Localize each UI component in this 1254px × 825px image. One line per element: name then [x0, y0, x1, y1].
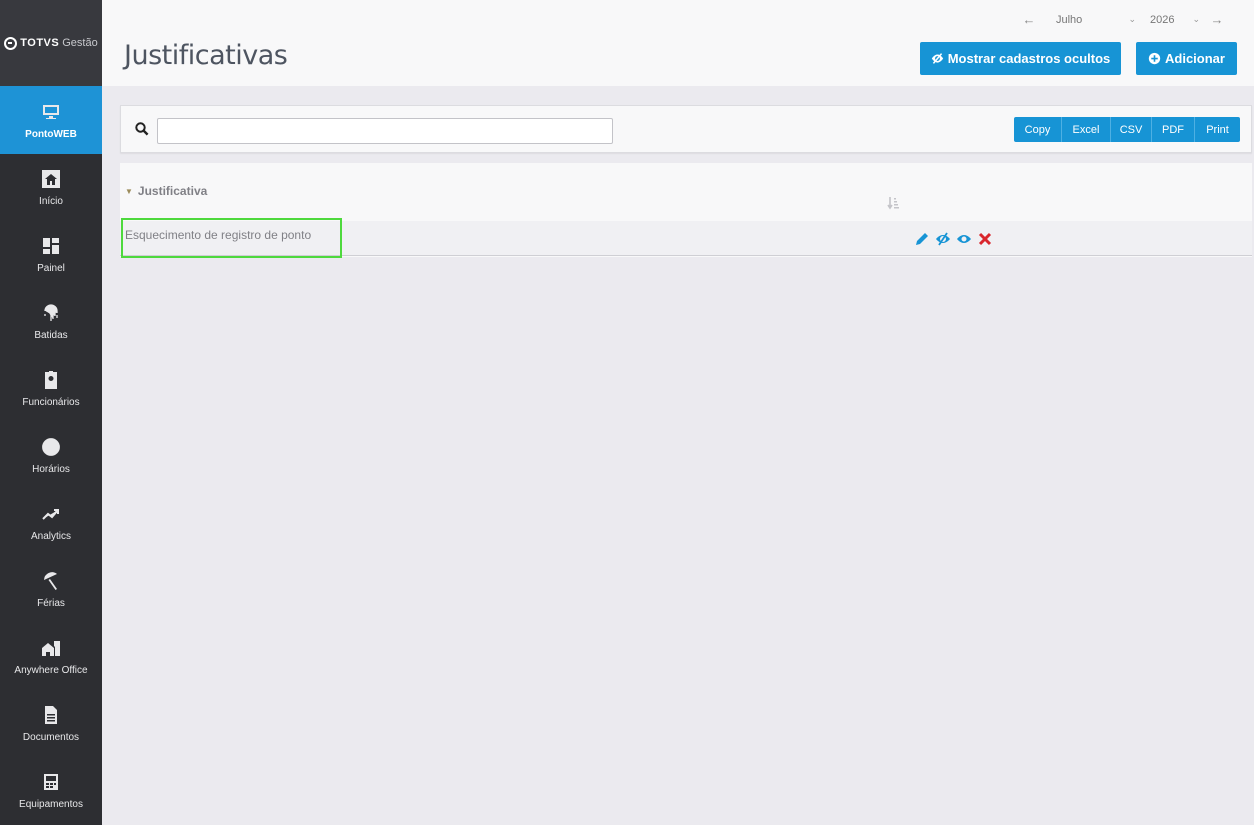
house-office-icon	[40, 637, 62, 659]
hide-eye-slash-icon[interactable]	[935, 231, 951, 247]
search-icon	[135, 122, 149, 136]
dashboard-icon	[40, 235, 62, 257]
trend-icon	[40, 503, 62, 525]
sidebar-item-funcionarios[interactable]: Funcionários	[0, 355, 102, 422]
document-icon	[40, 704, 62, 726]
year-select[interactable]: 2026 ⌄	[1144, 14, 1200, 26]
plus-circle-icon	[1148, 52, 1161, 65]
add-button[interactable]: Adicionar	[1136, 42, 1237, 75]
copy-button[interactable]: Copy	[1014, 117, 1061, 142]
pdf-button[interactable]: PDF	[1151, 117, 1194, 142]
sidebar-item-ferias[interactable]: Férias	[0, 556, 102, 623]
home-icon	[40, 168, 62, 190]
sidebar-item-label: Início	[39, 196, 63, 207]
table-row[interactable]: Esquecimento de registro de ponto	[120, 218, 1252, 258]
sidebar-item-painel[interactable]: Painel	[0, 221, 102, 288]
device-icon	[40, 771, 62, 793]
sidebar-item-label: Batidas	[34, 330, 68, 341]
period-selector: ← Julho ⌄ 2026 ⌄ →	[1020, 12, 1226, 27]
edit-pencil-icon[interactable]	[914, 231, 930, 247]
sidebar-item-equipamentos[interactable]: Equipamentos	[0, 757, 102, 824]
sort-icon[interactable]	[887, 196, 901, 210]
page-header: Justificativas ← Julho ⌄ 2026 ⌄ → Mostra…	[102, 0, 1254, 86]
month-select[interactable]: Julho ⌄	[1046, 14, 1136, 26]
logo: TOTVS Gestão	[0, 0, 102, 86]
sidebar-item-label: Painel	[37, 263, 65, 274]
clock-icon	[40, 436, 62, 458]
print-button[interactable]: Print	[1194, 117, 1240, 142]
chevron-down-icon: ⌄	[1192, 14, 1200, 24]
next-month-arrow-icon[interactable]: →	[1208, 12, 1226, 27]
fingerprint-icon	[40, 302, 62, 324]
table-toolbar: Copy Excel CSV PDF Print	[120, 105, 1252, 153]
page-title: Justificativas	[124, 40, 288, 71]
sidebar-item-horarios[interactable]: Horários	[0, 422, 102, 489]
sidebar-item-label: PontoWEB	[25, 128, 77, 140]
sidebar-item-label: Funcionários	[22, 397, 80, 408]
row-actions	[914, 231, 993, 247]
chevron-down-icon: ⌄	[1128, 14, 1136, 24]
monitor-icon	[40, 101, 62, 123]
sidebar-item-label: Horários	[32, 464, 70, 475]
sidebar-item-label: Equipamentos	[19, 799, 83, 810]
sidebar-item-pontoweb[interactable]: PontoWEB	[0, 86, 102, 154]
sidebar-item-documentos[interactable]: Documentos	[0, 690, 102, 757]
column-header-label: Justificativa	[137, 184, 208, 198]
sidebar-item-batidas[interactable]: Batidas	[0, 288, 102, 355]
sidebar-item-label: Anywhere Office	[14, 665, 88, 676]
caret-down-icon: ▼	[125, 186, 133, 196]
show-hidden-label: Mostrar cadastros ocultos	[947, 51, 1111, 66]
view-eye-icon[interactable]	[956, 231, 972, 247]
column-header-justificativa[interactable]: ▼ Justificativa	[125, 184, 207, 198]
eye-slash-icon	[931, 53, 943, 64]
month-value: Julho	[1056, 13, 1083, 26]
sidebar-item-label: Documentos	[22, 732, 80, 743]
add-label: Adicionar	[1165, 51, 1225, 66]
csv-button[interactable]: CSV	[1110, 117, 1151, 142]
id-badge-icon	[40, 369, 62, 391]
sidebar-item-analytics[interactable]: Analytics	[0, 489, 102, 556]
show-hidden-records-button[interactable]: Mostrar cadastros ocultos	[920, 42, 1121, 75]
delete-x-icon[interactable]	[977, 231, 993, 247]
logo-product: Gestão	[62, 37, 98, 49]
table-header: ▼ Justificativa	[120, 163, 1252, 221]
year-value: 2026	[1150, 13, 1175, 26]
previous-month-arrow-icon[interactable]: ←	[1020, 12, 1038, 27]
search-input[interactable]	[157, 118, 613, 144]
justificativas-table: ▼ Justificativa Esquecimento de registro…	[120, 163, 1252, 258]
logo-brand: TOTVS	[20, 37, 60, 49]
sidebar: TOTVS Gestão PontoWEB Início Painel Bati…	[0, 0, 102, 825]
export-button-group: Copy Excel CSV PDF Print	[1014, 117, 1240, 142]
excel-button[interactable]: Excel	[1061, 117, 1110, 142]
justificativa-cell[interactable]: Esquecimento de registro de ponto	[121, 218, 342, 258]
sidebar-item-inicio[interactable]: Início	[0, 154, 102, 221]
sidebar-item-label: Analytics	[30, 531, 71, 542]
sidebar-item-label: Férias	[37, 598, 65, 609]
umbrella-beach-icon	[40, 570, 62, 592]
sidebar-item-anywhere-office[interactable]: Anywhere Office	[0, 623, 102, 690]
totvs-logo-icon	[4, 36, 18, 50]
